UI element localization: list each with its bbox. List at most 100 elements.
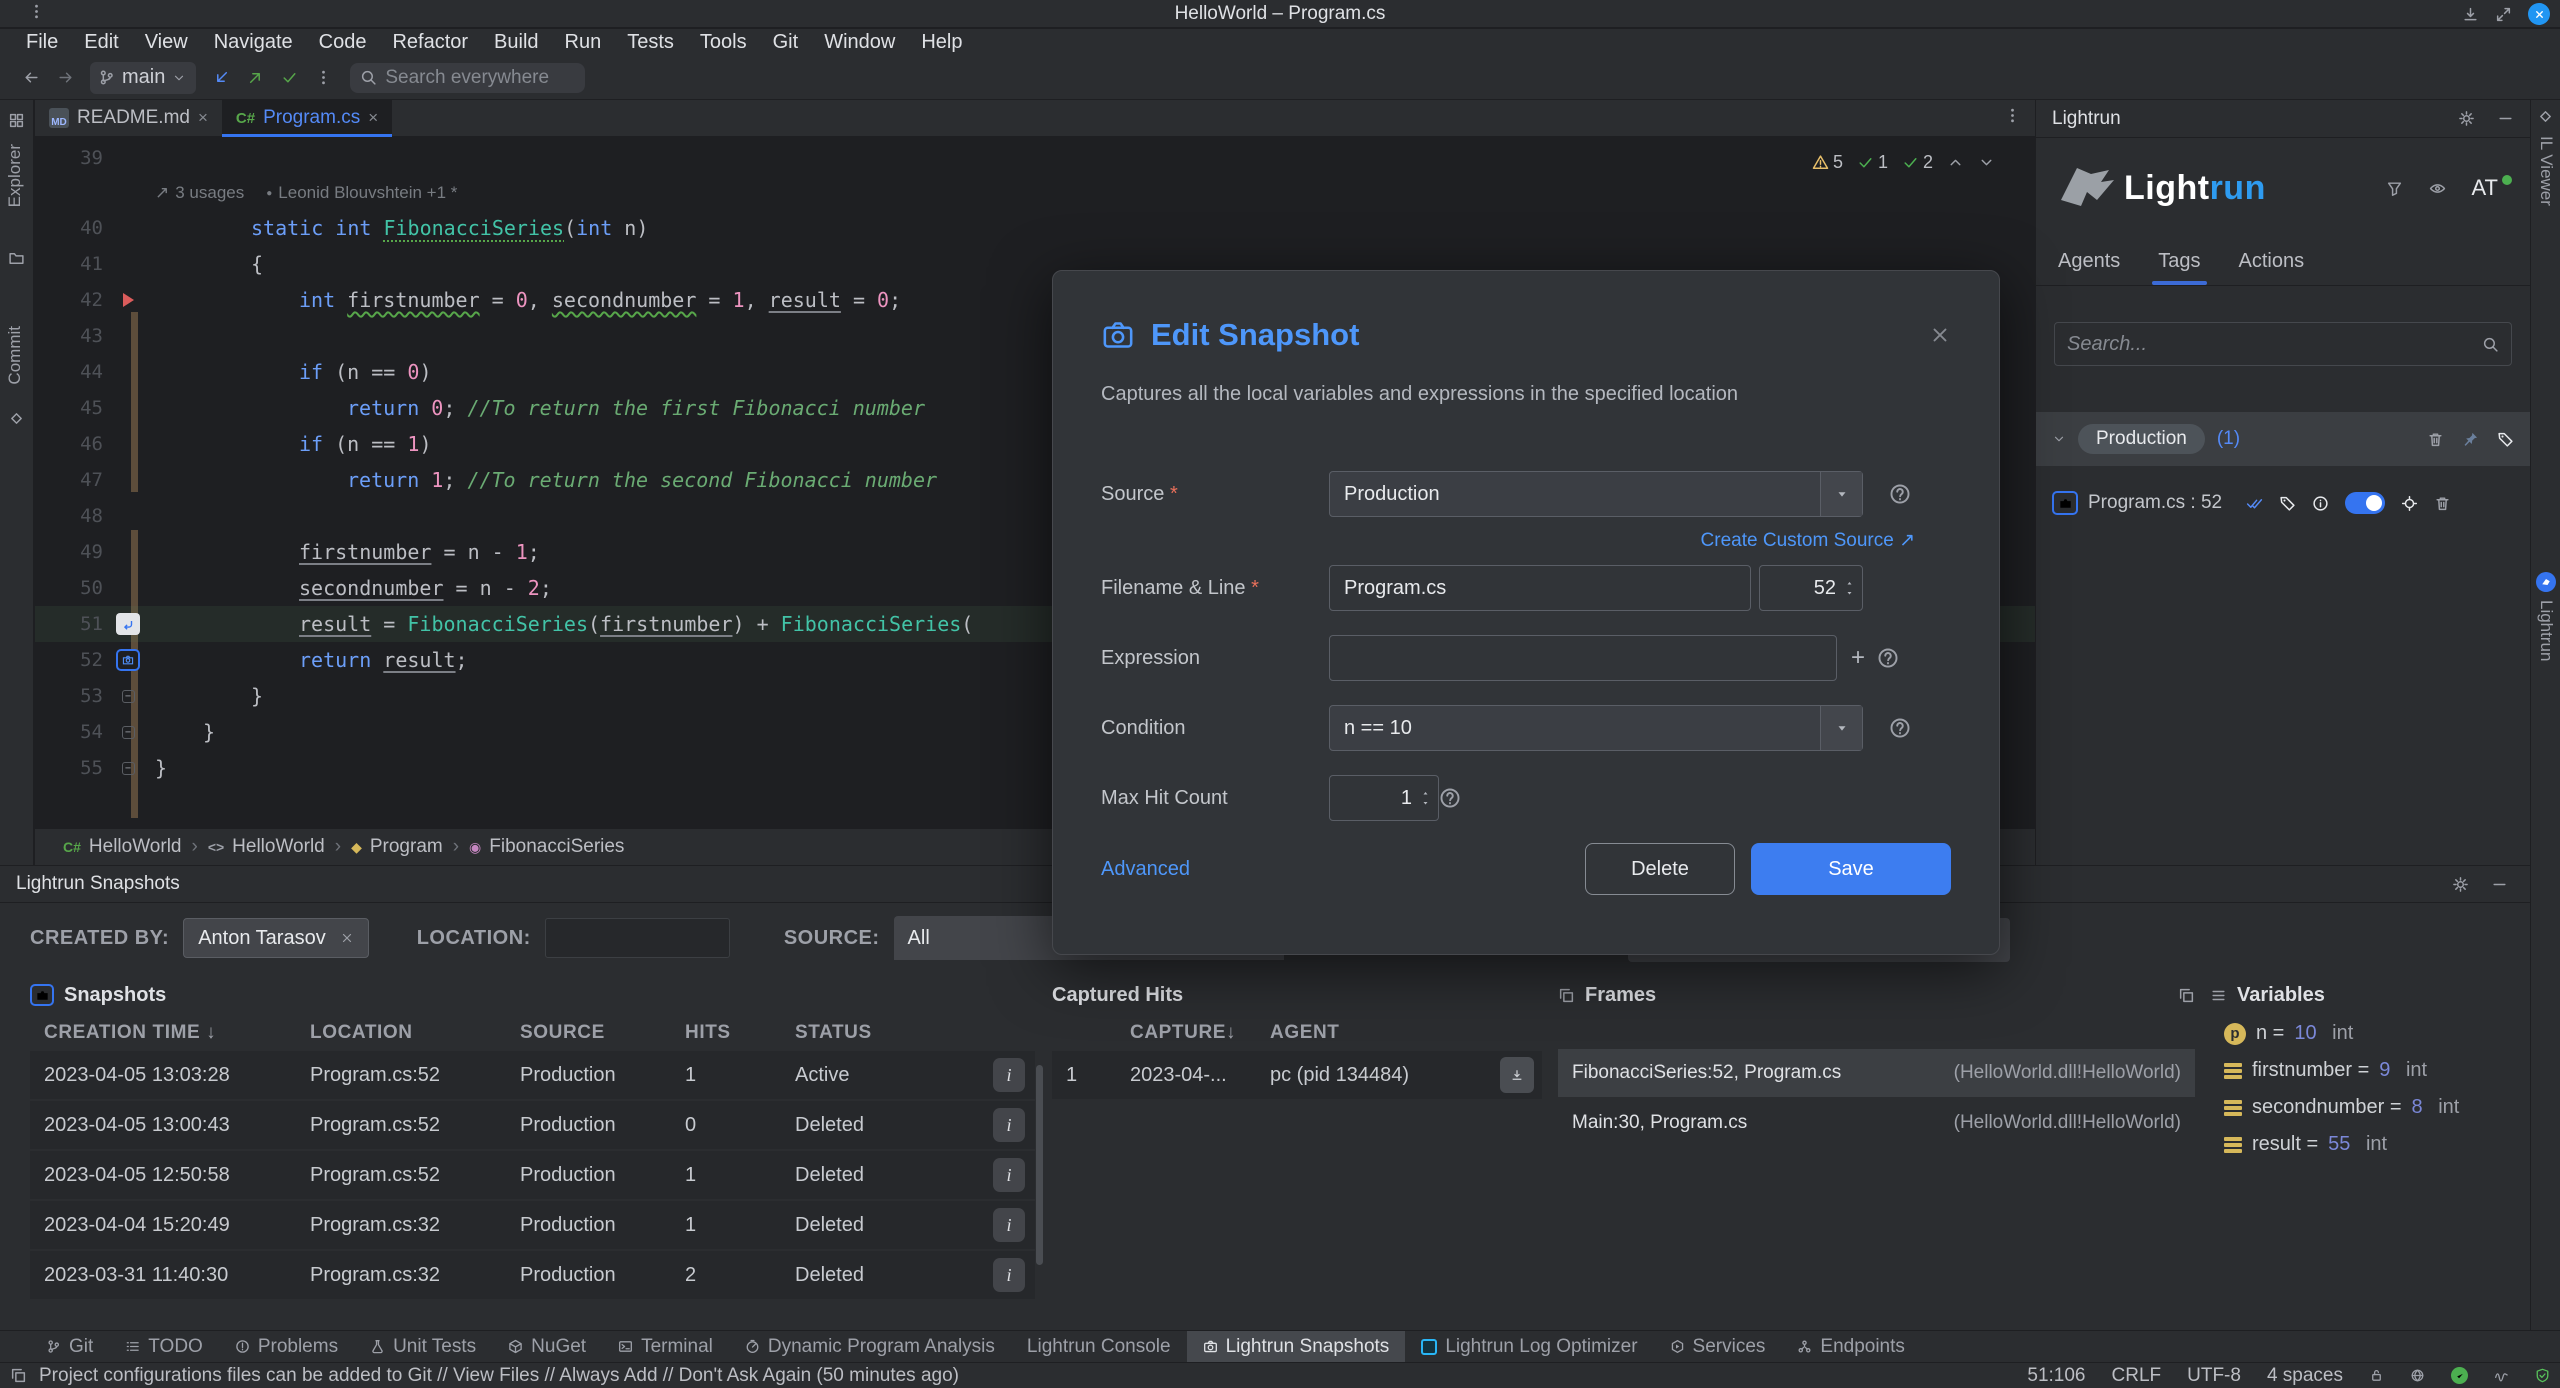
toolwindow-terminal[interactable]: Terminal xyxy=(602,1331,729,1363)
forward-icon[interactable] xyxy=(48,63,82,93)
tab-program-cs[interactable]: C# Program.cs × xyxy=(222,100,392,136)
frame-row[interactable]: Main:30, Program.cs(HelloWorld.dll!Hello… xyxy=(1558,1099,2195,1147)
row-info-button[interactable]: i xyxy=(993,1208,1025,1242)
double-check-icon[interactable] xyxy=(2246,495,2263,512)
filename-input[interactable]: Program.cs xyxy=(1329,565,1751,611)
row-info-button[interactable]: i xyxy=(993,1108,1025,1142)
tab-close-icon[interactable]: × xyxy=(198,108,208,128)
expression-input[interactable] xyxy=(1329,635,1837,681)
tag-group-production[interactable]: Production (1) xyxy=(2036,412,2530,466)
copy-frames-icon[interactable] xyxy=(2178,987,2195,1004)
window-minimize-icon[interactable] xyxy=(2462,6,2479,23)
spin-up-icon[interactable] xyxy=(1844,579,1855,587)
toolwindow-lightrun-console[interactable]: Lightrun Console xyxy=(1011,1331,1187,1363)
spin-down-icon[interactable] xyxy=(1844,589,1855,597)
toolwindow-lightrun-snapshots[interactable]: Lightrun Snapshots xyxy=(1187,1331,1406,1363)
tag-icon[interactable] xyxy=(2279,495,2296,512)
tag-search-input[interactable]: Search... xyxy=(2054,322,2512,366)
snapshot-item-row[interactable]: Program.cs : 52 xyxy=(2036,480,2530,526)
menu-item-run[interactable]: Run xyxy=(553,30,614,55)
breadcrumb-item-helloworld[interactable]: C#HelloWorld xyxy=(63,836,181,858)
lock-icon[interactable] xyxy=(2369,1368,2384,1383)
event-log-icon[interactable] xyxy=(10,1367,27,1384)
col-status[interactable]: STATUS xyxy=(795,1022,945,1044)
author-hint[interactable]: ●Leonid Blouvshtein +1 * xyxy=(266,183,457,203)
col-creation-time[interactable]: CREATION TIME ↓ xyxy=(30,1022,310,1044)
code-line-39[interactable]: 39 xyxy=(35,140,2035,176)
tabbar-options-icon[interactable] xyxy=(2004,107,2021,124)
panel-gear-icon[interactable] xyxy=(2452,876,2469,893)
window-close-button[interactable] xyxy=(2528,3,2550,25)
stripe-il-viewer[interactable]: IL Viewer xyxy=(2536,136,2556,206)
panel-minimize-icon[interactable] xyxy=(2497,110,2514,127)
scrollbar[interactable] xyxy=(1036,1065,1043,1265)
goto-source-icon[interactable] xyxy=(2401,495,2418,512)
variable-row[interactable]: firstnumber = 9 int xyxy=(2210,1052,2530,1089)
status-message[interactable]: Project configurations files can be adde… xyxy=(39,1365,959,1387)
chevron-down-icon[interactable] xyxy=(2052,432,2066,446)
usages-hint[interactable]: ↗3 usages xyxy=(155,183,244,203)
code-line-40[interactable]: 40static int FibonacciSeries(int n) xyxy=(35,210,2035,246)
update-project-icon[interactable] xyxy=(204,63,238,93)
remove-filter-icon[interactable] xyxy=(340,931,354,945)
max-hit-stepper[interactable]: 1 xyxy=(1329,775,1439,821)
toolwindow-endpoints[interactable]: Endpoints xyxy=(1781,1331,1921,1363)
il-viewer-icon[interactable] xyxy=(2537,108,2554,125)
lightrun-stripe-icon[interactable] xyxy=(2536,572,2556,592)
help-icon[interactable] xyxy=(1877,647,1899,669)
tag-icon[interactable] xyxy=(2497,431,2514,448)
toolwindow-dynamic-program-analysis[interactable]: Dynamic Program Analysis xyxy=(729,1331,1011,1363)
col-capture[interactable]: CAPTURE↓ xyxy=(1130,1022,1270,1044)
variable-row[interactable]: result = 55 int xyxy=(2210,1126,2530,1163)
breadcrumb-item-helloworld[interactable]: <>HelloWorld xyxy=(208,836,325,858)
enable-toggle[interactable] xyxy=(2345,492,2385,514)
toolwindow-git[interactable]: Git xyxy=(30,1331,109,1363)
menu-item-navigate[interactable]: Navigate xyxy=(202,30,305,55)
inspections-widget[interactable]: 5 1 2 xyxy=(1812,152,1995,173)
table-row[interactable]: 2023-03-31 11:40:30Program.cs:32Producti… xyxy=(30,1251,1035,1299)
table-row[interactable]: 2023-04-05 12:50:58Program.cs:52Producti… xyxy=(30,1151,1035,1199)
git-branch-widget[interactable]: main xyxy=(90,62,196,94)
spin-up-icon[interactable] xyxy=(1420,789,1431,797)
lightrun-snapshot-icon[interactable] xyxy=(116,649,140,671)
help-icon[interactable] xyxy=(1439,787,1461,809)
stripe-lightrun[interactable]: Lightrun xyxy=(2536,600,2556,661)
menu-item-refactor[interactable]: Refactor xyxy=(380,30,480,55)
tab-agents[interactable]: Agents xyxy=(2044,242,2134,285)
toolwindow-nuget[interactable]: NuGet xyxy=(492,1331,602,1363)
security-shield-icon[interactable] xyxy=(2535,1368,2550,1383)
back-icon[interactable] xyxy=(14,63,48,93)
indent-size[interactable]: 4 spaces xyxy=(2267,1365,2343,1387)
toolwindow-lightrun-log-optimizer[interactable]: Lightrun Log Optimizer xyxy=(1405,1331,1653,1363)
col-source[interactable]: SOURCE xyxy=(520,1022,685,1044)
breadcrumb-item-fibonacciseries[interactable]: ◉FibonacciSeries xyxy=(469,836,624,858)
toolwindow-problems[interactable]: Problems xyxy=(219,1331,354,1363)
row-info-button[interactable]: i xyxy=(993,1058,1025,1092)
menu-item-file[interactable]: File xyxy=(14,30,70,55)
menu-item-git[interactable]: Git xyxy=(761,30,811,55)
tab-tags[interactable]: Tags xyxy=(2144,242,2214,285)
fold-marker-icon[interactable]: − xyxy=(122,762,135,775)
commit-widget-icon[interactable] xyxy=(8,410,25,427)
vcs-more-icon[interactable] xyxy=(306,63,340,93)
variable-row[interactable]: pn = 10 int xyxy=(2210,1015,2530,1052)
dialog-close-icon[interactable] xyxy=(1929,324,1951,346)
hit-row[interactable]: 12023-04-...pc (pid 134484) xyxy=(1052,1051,1542,1099)
tab-close-icon[interactable]: × xyxy=(368,108,378,128)
condition-select[interactable]: n == 10 xyxy=(1329,705,1863,751)
menu-item-build[interactable]: Build xyxy=(482,30,550,55)
menu-item-tests[interactable]: Tests xyxy=(615,30,686,55)
next-issue-icon[interactable] xyxy=(1978,154,1995,171)
variable-row[interactable]: secondnumber = 8 int xyxy=(2210,1089,2530,1126)
delete-snapshot-icon[interactable] xyxy=(2434,495,2451,512)
save-button[interactable]: Save xyxy=(1751,843,1951,895)
menu-item-help[interactable]: Help xyxy=(909,30,974,55)
col-agent[interactable]: AGENT xyxy=(1270,1022,1470,1044)
create-custom-source-link[interactable]: Create Custom Source ↗ xyxy=(1053,529,1915,552)
pin-icon[interactable] xyxy=(2462,431,2479,448)
window-maximize-icon[interactable] xyxy=(2495,6,2512,23)
prev-issue-icon[interactable] xyxy=(1947,154,1964,171)
search-everywhere[interactable]: Search everywhere xyxy=(350,63,585,93)
line-ending[interactable]: CRLF xyxy=(2112,1365,2162,1387)
panel-gear-icon[interactable] xyxy=(2458,110,2475,127)
